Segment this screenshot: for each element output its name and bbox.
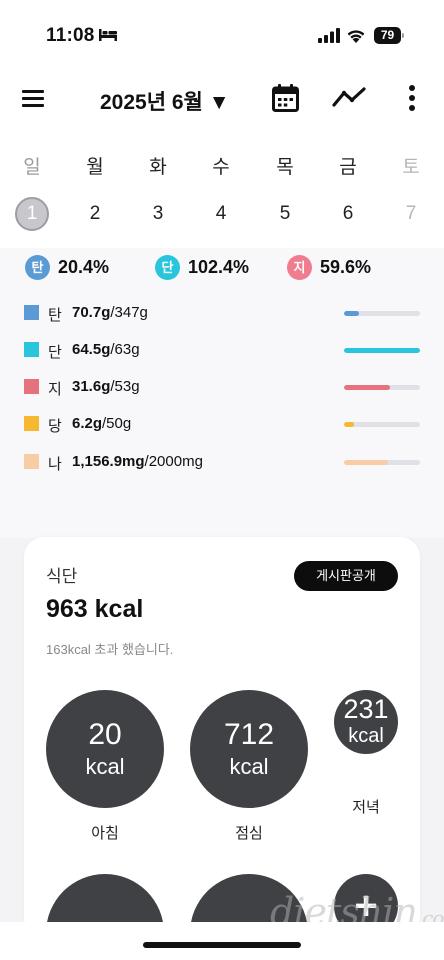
date-number[interactable]: 4 — [204, 197, 238, 231]
day-monday[interactable]: 월 2 — [75, 130, 115, 231]
nutrient-label: 지 — [48, 381, 62, 398]
diet-card: 식단 게시판공개 963 kcal 163kcal 초과 했습니다. 20 kc… — [24, 537, 420, 937]
nutrient-amount: 70.7g/347g — [72, 304, 148, 321]
day-friday[interactable]: 금 6 — [328, 130, 368, 231]
fat-ratio: 지 59.6% — [287, 254, 371, 280]
progress-bar — [344, 460, 420, 465]
progress-fill — [344, 385, 390, 390]
meal-calorie-unit: kcal — [229, 754, 269, 779]
date-number[interactable]: 5 — [268, 197, 302, 231]
meal-calorie-value: 20 — [88, 718, 122, 751]
weekday-label: 수 — [212, 157, 230, 178]
weekday-label: 일 — [23, 157, 41, 178]
date-number[interactable]: 3 — [141, 197, 175, 231]
nutrient-amount: 31.6g/53g — [72, 378, 140, 395]
nutrient-row-carbs: 탄 70.7g/347g — [24, 303, 420, 324]
more-options-icon[interactable] — [404, 84, 420, 112]
progress-fill — [344, 311, 360, 316]
nutrient-amount: 64.5g/63g — [72, 341, 140, 358]
week-strip: 일 1 월 2 화 3 수 4 목 5 금 6 토 7 — [0, 130, 444, 248]
progress-bar — [344, 422, 420, 427]
weekday-label: 토 — [402, 157, 420, 178]
legend-swatch — [24, 342, 39, 357]
day-wednesday[interactable]: 수 4 — [201, 130, 241, 231]
battery-tip — [402, 33, 404, 38]
day-tuesday[interactable]: 화 3 — [138, 130, 178, 231]
nutrient-row-protein: 단 64.5g/63g — [24, 340, 420, 361]
calendar-icon[interactable] — [272, 84, 299, 112]
progress-fill — [344, 460, 389, 465]
day-sunday[interactable]: 일 1 — [12, 130, 52, 231]
legend-swatch — [24, 379, 39, 394]
protein-ratio: 단 102.4% — [155, 254, 249, 280]
nutrient-label: 탄 — [48, 307, 62, 324]
cellular-signal-icon — [318, 28, 340, 43]
fat-ratio-value: 59.6% — [320, 256, 372, 277]
trend-chart-icon[interactable] — [332, 86, 366, 108]
home-indicator[interactable] — [143, 942, 301, 948]
meal-calorie-circle[interactable]: 712 kcal — [190, 690, 308, 808]
nutrition-summary: 탄 20.4% 단 102.4% 지 59.6% 탄 70.7g/347g 단 … — [0, 248, 444, 538]
meal-calorie-circle[interactable]: 231 kcal — [334, 690, 398, 754]
status-bar: 11:08 79 — [0, 0, 444, 70]
progress-fill — [344, 348, 420, 353]
meal-name: 점심 — [235, 825, 263, 842]
nutrient-amount: 6.2g/50g — [72, 415, 132, 432]
meal-calorie-unit: kcal — [348, 725, 384, 747]
protein-ratio-value: 102.4% — [188, 256, 250, 277]
nutrient-label: 단 — [48, 344, 62, 361]
date-number[interactable]: 6 — [331, 197, 365, 231]
bottom-bar — [0, 922, 444, 960]
meal-calorie-unit: kcal — [85, 754, 125, 779]
legend-swatch — [24, 305, 39, 320]
wifi-icon — [347, 30, 365, 43]
protein-badge: 단 — [155, 254, 180, 280]
carb-ratio: 탄 20.4% — [25, 254, 109, 280]
meal-calorie-value: 712 — [223, 718, 275, 751]
month-selector[interactable]: 2025년 6월 ▼ — [100, 86, 230, 116]
share-to-board-button[interactable]: 게시판공개 — [294, 561, 398, 591]
nutrient-row-sugar: 당 6.2g/50g — [24, 414, 420, 435]
progress-bar — [344, 348, 420, 353]
date-selected[interactable]: 1 — [15, 197, 49, 231]
fat-badge: 지 — [287, 254, 312, 280]
progress-bar — [344, 311, 420, 316]
total-calories: 963 kcal — [46, 595, 144, 623]
bed-icon — [99, 29, 117, 41]
nutrient-label: 당 — [48, 418, 62, 435]
nutrient-amount: 1,156.9mg/2000mg — [72, 453, 203, 470]
meal-breakfast[interactable]: 20 kcal 아침 — [46, 690, 164, 850]
carb-ratio-value: 20.4% — [58, 256, 110, 277]
diet-section-label: 식단 — [46, 567, 78, 586]
meal-name: 아침 — [91, 825, 119, 842]
nutrient-row-fat: 지 31.6g/53g — [24, 377, 420, 398]
day-saturday[interactable]: 토 7 — [391, 130, 431, 231]
battery-indicator: 79 — [374, 27, 404, 44]
date-number[interactable]: 2 — [78, 197, 112, 231]
legend-swatch — [24, 416, 39, 431]
carb-badge: 탄 — [25, 254, 50, 280]
legend-swatch — [24, 454, 39, 469]
weekday-label: 화 — [149, 157, 167, 178]
meal-calorie-value: 231 — [343, 694, 389, 724]
progress-bar — [344, 385, 420, 390]
meal-dinner[interactable]: 231 kcal 저녁 — [334, 690, 398, 820]
date-number[interactable]: 7 — [394, 197, 428, 231]
weekday-label: 월 — [86, 157, 104, 178]
nutrient-label: 나 — [48, 456, 62, 473]
meal-calorie-circle[interactable]: 20 kcal — [46, 690, 164, 808]
day-thursday[interactable]: 목 5 — [265, 130, 305, 231]
battery-level: 79 — [374, 27, 401, 44]
progress-fill — [344, 422, 354, 427]
app-header: 2025년 6월 ▼ — [0, 70, 444, 130]
clock: 11:08 — [46, 25, 95, 46]
nutrient-row-sodium: 나 1,156.9mg/2000mg — [24, 452, 420, 473]
meal-lunch[interactable]: 712 kcal 점심 — [190, 690, 308, 850]
hamburger-menu-icon[interactable] — [22, 88, 44, 108]
meal-name: 저녁 — [352, 799, 380, 816]
weekday-label: 금 — [339, 157, 357, 178]
calorie-over-message: 163kcal 초과 했습니다. — [46, 642, 174, 657]
weekday-label: 목 — [276, 157, 294, 178]
